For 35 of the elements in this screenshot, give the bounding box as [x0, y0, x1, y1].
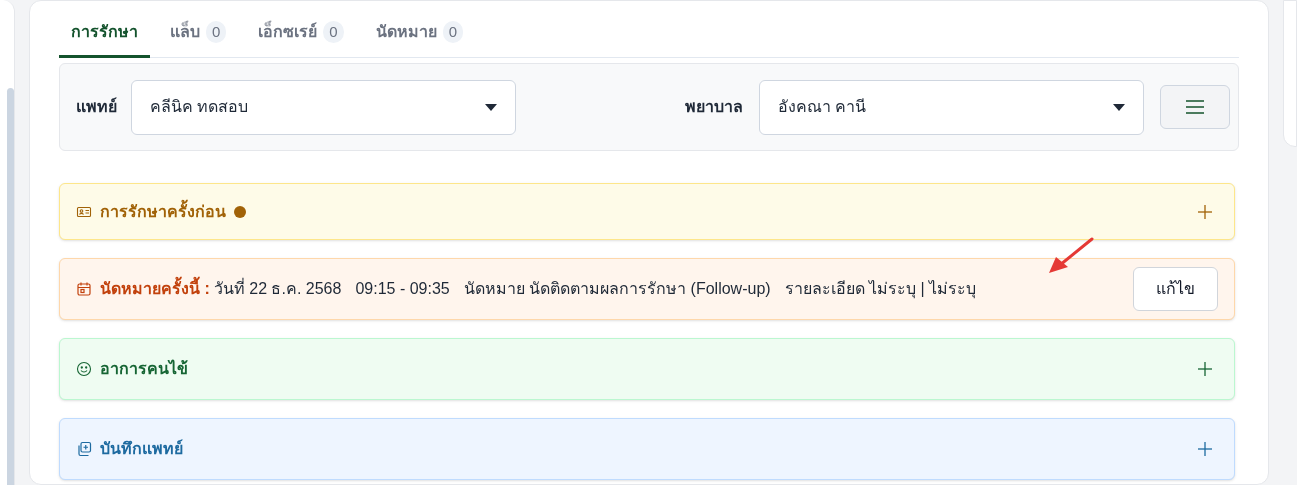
- doctor-label: แพทย์: [76, 96, 117, 117]
- tab[interactable]: แล็บ 0: [158, 9, 239, 58]
- doctor-note-header[interactable]: บันทึกแพทย์: [59, 418, 1235, 480]
- appointment-detail: วันที่ 22 ธ.ค. 2568: [213, 277, 342, 299]
- medical-note-icon: [76, 441, 92, 457]
- smiley-icon: [76, 361, 92, 377]
- expand-button[interactable]: [1196, 202, 1214, 221]
- tab[interactable]: การรักษา: [59, 9, 150, 58]
- appointment-detail: รายละเอียด ไม่ระบุ | ไม่ระบุ: [784, 279, 977, 301]
- section-title: บันทึกแพทย์: [100, 438, 183, 459]
- nurse-label: พยาบาล: [685, 97, 743, 117]
- previous-treatment-header[interactable]: การรักษาครั้งก่อน: [59, 183, 1235, 240]
- appointment-detail: นัดหมาย นัดติดตามผลการรักษา (Follow-up): [463, 279, 771, 299]
- dropdown-caret-icon: [485, 103, 497, 111]
- section-title: อาการคนไข้: [100, 358, 188, 379]
- count-badge: 0: [323, 20, 344, 44]
- expand-button[interactable]: [1196, 440, 1214, 458]
- count-badge: 0: [442, 20, 464, 44]
- scrollbar[interactable]: [7, 88, 14, 485]
- count-badge: 0: [206, 20, 227, 44]
- edit-button[interactable]: แก้ไข: [1133, 267, 1218, 311]
- annotation-arrow-icon: [1046, 236, 1096, 276]
- appointment-detail: 09:15 - 09:35: [355, 279, 450, 299]
- dropdown-caret-icon: [1113, 103, 1125, 111]
- nurse-select[interactable]: อังคณา คานี: [759, 79, 1144, 135]
- doctor-select[interactable]: คลีนิค ทดสอบ: [131, 79, 516, 135]
- tab[interactable]: เอ็กซเรย์ 0: [246, 9, 356, 58]
- appointment-label: นัดหมายครั้งนี้ :: [100, 277, 210, 301]
- calendar-icon: [76, 281, 92, 297]
- symptoms-header[interactable]: อาการคนไข้: [59, 338, 1235, 400]
- expand-button[interactable]: [1196, 360, 1214, 378]
- menu-button[interactable]: [1160, 85, 1230, 129]
- menu-icon: [1186, 100, 1204, 114]
- section-title: การรักษาครั้งก่อน: [100, 199, 226, 224]
- tab[interactable]: นัดหมาย 0: [363, 9, 476, 58]
